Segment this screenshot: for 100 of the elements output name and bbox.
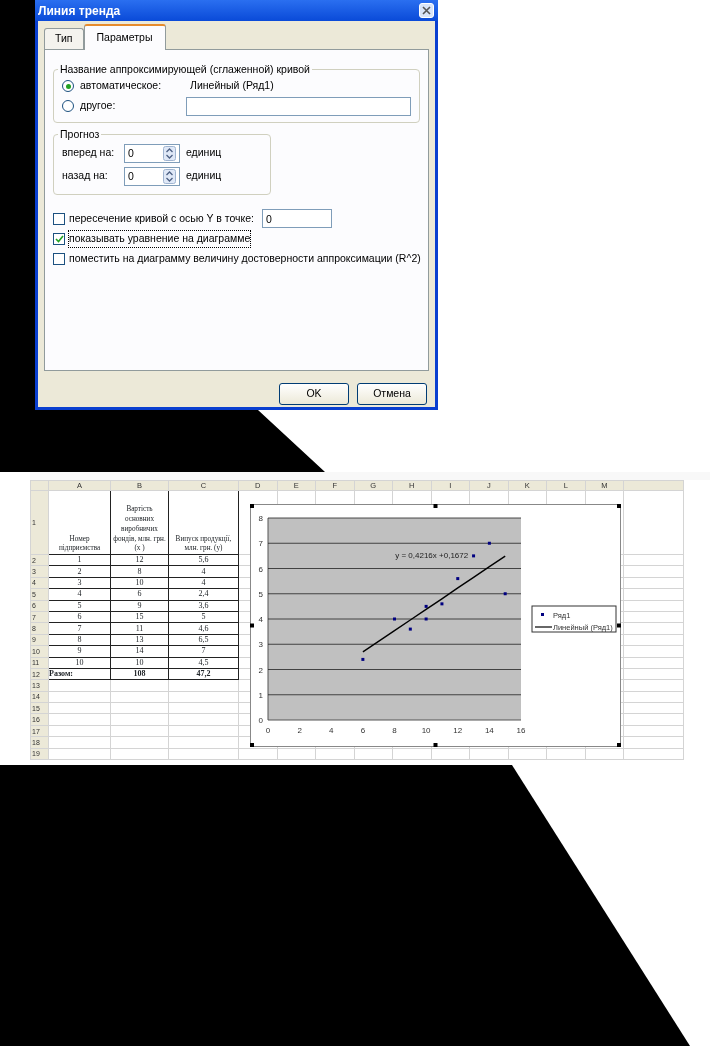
table-cell: 1 bbox=[48, 554, 111, 566]
data-point bbox=[424, 604, 428, 608]
table-cell: 4 bbox=[168, 577, 239, 589]
table-cell: 15 bbox=[110, 611, 169, 623]
axis-tick-label: 8 bbox=[392, 726, 397, 735]
axis-tick-label: 0 bbox=[258, 716, 263, 725]
table-cell: 4,5 bbox=[168, 657, 239, 669]
radio-button[interactable] bbox=[62, 80, 74, 93]
table-cell: 6 bbox=[110, 588, 169, 601]
resize-handle[interactable] bbox=[250, 743, 254, 747]
table-cell: 4 bbox=[168, 565, 239, 578]
spinner-arrows-icon[interactable] bbox=[163, 145, 176, 161]
data-point bbox=[424, 617, 428, 621]
resize-handle[interactable] bbox=[617, 743, 621, 747]
dialog-button[interactable]: OK bbox=[279, 382, 349, 405]
table-cell: 6,5 bbox=[168, 634, 239, 646]
total-cell: Разом: bbox=[48, 668, 111, 680]
axis-tick-label: 7 bbox=[258, 539, 263, 549]
data-point bbox=[503, 592, 507, 596]
auto-name-text: Линейный (Ряд1) bbox=[190, 78, 274, 94]
spin-input-field[interactable]: 0 bbox=[125, 144, 163, 162]
group-label: Название аппроксимирующей (сглаженной) кривой bbox=[59, 63, 311, 75]
table-cell: 4 bbox=[48, 588, 111, 601]
field-label: вперед на: bbox=[62, 145, 116, 161]
axis-tick-label: 12 bbox=[453, 726, 463, 735]
table-cell: 8 bbox=[110, 565, 169, 578]
data-point bbox=[472, 554, 476, 558]
data-point bbox=[456, 577, 460, 581]
table-cell: 3 bbox=[48, 577, 111, 589]
tab[interactable]: Тип bbox=[44, 28, 84, 49]
table-cell: 9 bbox=[48, 645, 111, 657]
axis-tick-label: 3 bbox=[258, 640, 263, 650]
trend-equation: y = 0,4216x +0,1672 bbox=[395, 551, 469, 561]
table-cell: 5,6 bbox=[168, 554, 239, 566]
table-cell: 10 bbox=[110, 577, 169, 589]
data-point bbox=[487, 541, 491, 545]
resize-handle[interactable] bbox=[617, 504, 621, 508]
checkbox[interactable] bbox=[53, 252, 65, 265]
spin-input-field[interactable]: 0 bbox=[125, 167, 163, 185]
radio-label[interactable]: автоматическое: bbox=[80, 78, 184, 95]
axis-tick-label: 2 bbox=[258, 665, 263, 675]
table-cell: 9 bbox=[110, 600, 169, 612]
axis-tick-label: 4 bbox=[258, 615, 263, 624]
resize-handle[interactable] bbox=[433, 743, 438, 747]
axis-tick-label: 5 bbox=[258, 589, 263, 599]
table-cell: 12 bbox=[110, 554, 169, 566]
table-cell: 2 bbox=[48, 565, 111, 578]
total-cell: 108 bbox=[110, 668, 169, 680]
unit-label: единиц bbox=[186, 168, 222, 184]
axis-tick-label: 8 bbox=[258, 514, 263, 523]
checkbox[interactable] bbox=[53, 212, 65, 225]
table-cell: 5 bbox=[48, 600, 111, 612]
resize-handle[interactable] bbox=[250, 623, 254, 628]
axis-tick-label: 1 bbox=[258, 690, 263, 700]
resize-handle[interactable] bbox=[433, 504, 438, 508]
axis-tick-label: 6 bbox=[360, 726, 366, 735]
table-cell: 10 bbox=[110, 657, 169, 669]
table-cell: 7 bbox=[168, 645, 239, 657]
axis-tick-label: 16 bbox=[516, 726, 526, 735]
table-cell: 8 bbox=[48, 634, 111, 646]
tab[interactable]: Параметры bbox=[83, 24, 166, 50]
data-point bbox=[361, 657, 365, 661]
table-cell: 7 bbox=[48, 622, 111, 635]
data-point bbox=[393, 617, 396, 621]
data-point bbox=[440, 602, 444, 606]
resize-handle[interactable] bbox=[250, 504, 254, 508]
table-cell: 5 bbox=[168, 611, 239, 623]
table-cell: 14 bbox=[110, 645, 169, 657]
spin-box[interactable]: 0 bbox=[124, 166, 180, 186]
checkbox-label[interactable]: поместить на диаграмму величину достоверности аппроксимации (R^2) bbox=[69, 250, 421, 267]
axis-tick-label: 10 bbox=[421, 726, 431, 735]
table-cell: 10 bbox=[48, 657, 111, 669]
table-cell: 6 bbox=[48, 611, 111, 623]
checkbox[interactable] bbox=[53, 232, 65, 245]
dialog-button[interactable]: Отмена bbox=[357, 382, 427, 405]
axis-tick-label: 6 bbox=[258, 564, 263, 574]
table-cell: 13 bbox=[110, 634, 169, 646]
axis-tick-label: 2 bbox=[297, 726, 302, 735]
axis-tick-label: 14 bbox=[484, 726, 494, 735]
close-icon bbox=[422, 6, 431, 15]
spin-box[interactable]: 0 bbox=[124, 143, 180, 163]
table-cell: 2,4 bbox=[168, 588, 239, 601]
unit-label: единиц bbox=[186, 145, 222, 161]
total-cell: 47,2 bbox=[168, 668, 239, 680]
data-point bbox=[408, 627, 412, 631]
axis-tick-label: 4 bbox=[329, 726, 334, 735]
checkbox-label[interactable]: показывать уравнение на диаграмме bbox=[69, 230, 251, 247]
checkbox-label[interactable]: пересечение кривой с осью Y в точке: bbox=[69, 210, 255, 227]
name-input-field[interactable] bbox=[185, 96, 411, 116]
group-label: Прогноз bbox=[59, 129, 101, 140]
table-cell: 4,6 bbox=[168, 622, 239, 635]
field-label: назад на: bbox=[62, 168, 109, 184]
close-button[interactable] bbox=[419, 3, 434, 18]
spinner-arrows-icon[interactable] bbox=[163, 168, 176, 184]
axis-tick-label: 0 bbox=[265, 726, 271, 735]
table-cell: 3,6 bbox=[168, 600, 239, 612]
intercept-input-field[interactable]: 0 bbox=[262, 209, 333, 229]
radio-button[interactable] bbox=[62, 100, 74, 113]
radio-label[interactable]: другое: bbox=[80, 98, 180, 115]
table-cell: 11 bbox=[110, 622, 169, 635]
